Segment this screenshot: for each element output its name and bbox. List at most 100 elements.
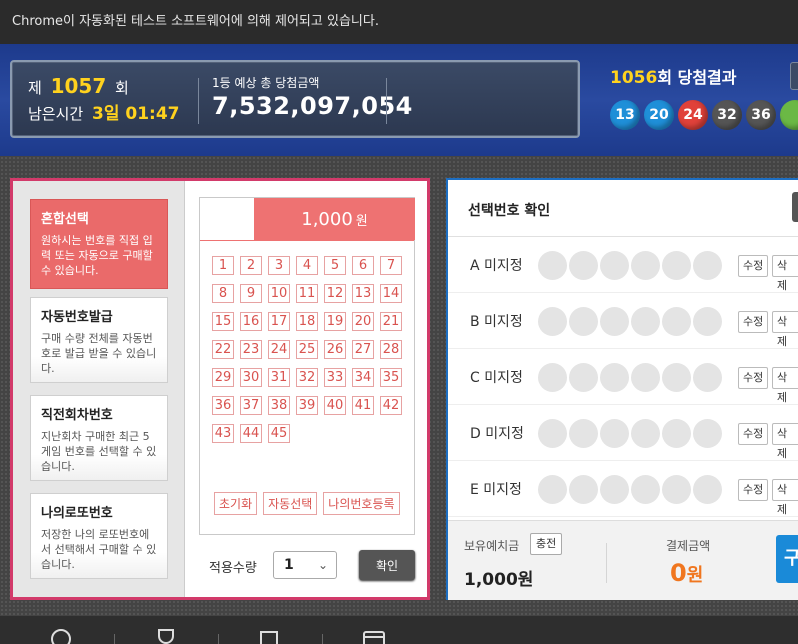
quantity-select[interactable]: 1 ⌄: [273, 551, 337, 579]
selection-row-label: B 미지정: [470, 314, 523, 330]
number-checkbox[interactable]: 25: [296, 340, 318, 359]
number-checkbox[interactable]: 9: [240, 284, 262, 303]
edit-button[interactable]: 수정: [738, 367, 769, 389]
number-checkbox[interactable]: 20: [352, 312, 374, 331]
number-checkbox[interactable]: 8: [212, 284, 234, 303]
empty-number-slot: [631, 251, 660, 280]
menu-previous-round[interactable]: 직전회차번호 지난회차 구매한 최근 5게임 번호를 선택할 수 있습니다.: [30, 395, 168, 481]
chevron-down-icon: ⌄: [317, 558, 328, 572]
draw-round: 1057: [50, 74, 107, 98]
number-checkbox[interactable]: 3: [268, 256, 290, 275]
number-checkbox[interactable]: 5: [324, 256, 346, 275]
number-checkbox[interactable]: 15: [212, 312, 234, 331]
buy-button[interactable]: 구: [776, 535, 798, 583]
number-checkbox[interactable]: 45: [268, 424, 290, 443]
auto-select-button[interactable]: 자동선택: [263, 492, 318, 515]
selection-title: 선택번호 확인: [468, 203, 551, 219]
number-checkbox[interactable]: 2: [240, 256, 262, 275]
number-checkbox[interactable]: 13: [352, 284, 374, 303]
number-checkbox[interactable]: 44: [240, 424, 262, 443]
number-checkbox[interactable]: 36: [212, 396, 234, 415]
card-icon[interactable]: [362, 628, 386, 644]
number-checkbox[interactable]: 24: [268, 340, 290, 359]
divider: [606, 543, 607, 583]
number-checkbox[interactable]: 12: [324, 284, 346, 303]
number-checkbox[interactable]: 28: [380, 340, 402, 359]
draw-info-panel: 제 1057 회 남은시간 3일 01:47 1등 예상 총 당첨금액 7,53…: [10, 60, 580, 138]
number-checkbox[interactable]: 7: [380, 256, 402, 275]
number-checkbox[interactable]: 43: [212, 424, 234, 443]
payment-label: 결제금액: [666, 539, 711, 553]
number-checkbox[interactable]: 42: [380, 396, 402, 415]
register-my-numbers-button[interactable]: 나의번호등록: [323, 492, 400, 515]
purchase-panel: 혼합선택 원하시는 번호를 직접 입력 또는 자동으로 구매할 수 있습니다. 자동…: [10, 178, 430, 600]
last-result-round: 1056: [610, 68, 658, 88]
delete-button[interactable]: 삭제: [772, 255, 798, 292]
delete-button[interactable]: 삭제: [772, 479, 798, 516]
edit-button[interactable]: 수정: [738, 423, 769, 445]
empty-number-slot: [569, 363, 598, 392]
edit-button[interactable]: 수정: [738, 479, 769, 501]
number-checkbox[interactable]: 34: [352, 368, 374, 387]
edit-button[interactable]: 수정: [738, 255, 769, 277]
selection-panel: 선택번호 확인 A 미지정 수정 삭제 B 미지정 수정 삭제 C 미지정 수정 삭제 D 미지정…: [446, 178, 798, 600]
empty-number-slot: [600, 475, 629, 504]
menu-my-numbers[interactable]: 나의로또번호 저장한 나의 로또번호에서 선택해서 구매할 수 있습니다.: [30, 493, 168, 579]
menu-item-title: 자동번호발급: [41, 310, 113, 325]
number-checkbox[interactable]: 17: [268, 312, 290, 331]
delete-button[interactable]: 삭제: [772, 367, 798, 404]
empty-number-slot: [538, 307, 567, 336]
winning-ball: [780, 100, 798, 130]
prize-label: 1등 예상 총 당첨금액: [212, 76, 320, 90]
number-checkbox[interactable]: 33: [324, 368, 346, 387]
winning-ball: 24: [678, 100, 708, 130]
panel-toggle-button[interactable]: [792, 192, 798, 222]
quantity-value: 1: [284, 557, 294, 573]
number-checkbox[interactable]: 10: [268, 284, 290, 303]
remain-label: 남은시간: [28, 105, 84, 123]
last-result-title: 1056회 당첨결과: [610, 64, 737, 88]
number-checkbox[interactable]: 41: [352, 396, 374, 415]
number-checkbox[interactable]: 11: [296, 284, 318, 303]
delete-button[interactable]: 삭제: [772, 311, 798, 348]
number-checkbox[interactable]: 27: [352, 340, 374, 359]
number-checkbox[interactable]: 32: [296, 368, 318, 387]
number-checkbox[interactable]: 4: [296, 256, 318, 275]
number-checkbox[interactable]: 14: [380, 284, 402, 303]
number-checkbox[interactable]: 19: [324, 312, 346, 331]
automation-infobar: Chrome이 자동화된 테스트 소프트웨어에 의해 제어되고 있습니다.: [0, 0, 798, 44]
menu-item-desc: 지난회차 구매한 최근 5게임 번호를 선택할 수 있습니다.: [41, 430, 157, 473]
reset-button[interactable]: 초기화: [214, 492, 258, 515]
confirm-button[interactable]: 확인: [359, 550, 415, 580]
number-checkbox[interactable]: 38: [268, 396, 290, 415]
number-checkbox[interactable]: 6: [352, 256, 374, 275]
number-checkbox[interactable]: 39: [296, 396, 318, 415]
trophy-icon[interactable]: [155, 628, 177, 644]
empty-number-slot: [693, 363, 722, 392]
number-checkbox[interactable]: 23: [240, 340, 262, 359]
last-result-title-suffix: 회 당첨결과: [657, 68, 737, 87]
number-checkbox[interactable]: 40: [324, 396, 346, 415]
empty-number-slot: [631, 419, 660, 448]
menu-mixed-select[interactable]: 혼합선택 원하시는 번호를 직접 입력 또는 자동으로 구매할 수 있습니다.: [30, 199, 168, 289]
charge-button[interactable]: 충전: [530, 533, 563, 555]
number-checkbox[interactable]: 16: [240, 312, 262, 331]
number-checkbox[interactable]: 22: [212, 340, 234, 359]
number-grid: 1,000 원 1 2 3 4 5 6 7 8 9 10 11 12 13 14 15 16 17 18 19 20 21…: [199, 197, 415, 535]
delete-button[interactable]: 삭제: [772, 423, 798, 460]
next-arrow-button[interactable]: [790, 62, 798, 90]
number-checkbox[interactable]: 30: [240, 368, 262, 387]
store-icon[interactable]: [258, 628, 280, 644]
number-checkbox[interactable]: 21: [380, 312, 402, 331]
number-checkbox[interactable]: 35: [380, 368, 402, 387]
number-checkbox[interactable]: 1: [212, 256, 234, 275]
divider: [386, 78, 387, 124]
number-checkbox[interactable]: 18: [296, 312, 318, 331]
edit-button[interactable]: 수정: [738, 311, 769, 333]
help-icon[interactable]: [50, 628, 72, 644]
menu-auto-issue[interactable]: 자동번호발급 구매 수량 전체를 자동번호로 발급 받을 수 있습니다.: [30, 297, 168, 383]
number-checkbox[interactable]: 31: [268, 368, 290, 387]
number-checkbox[interactable]: 26: [324, 340, 346, 359]
number-checkbox[interactable]: 37: [240, 396, 262, 415]
number-checkbox[interactable]: 29: [212, 368, 234, 387]
